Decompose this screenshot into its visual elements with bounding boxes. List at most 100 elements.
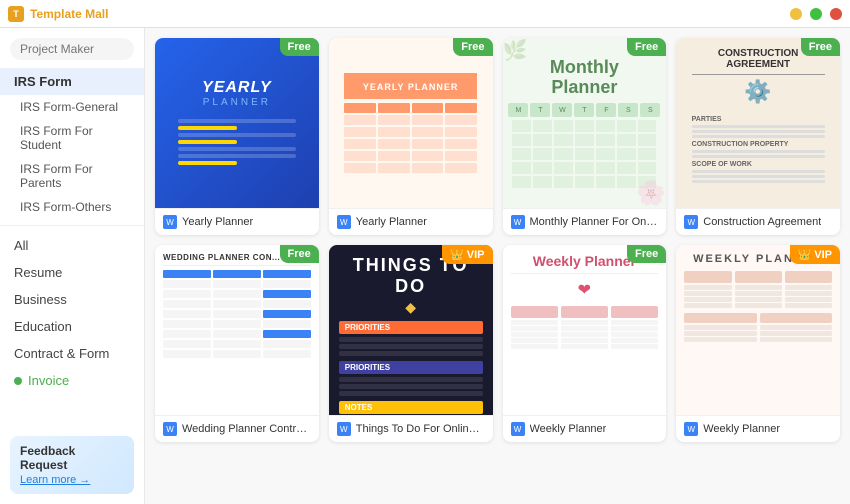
feedback-title: Feedback Request — [20, 444, 124, 472]
weekly-free-col — [611, 306, 658, 350]
sidebar-sub-irs-parents[interactable]: IRS Form For Parents — [0, 157, 144, 195]
wv-line — [684, 337, 756, 342]
template-wedding: WEDDING PLANNER CON... — [155, 245, 319, 415]
yearly-2-cell — [445, 163, 477, 173]
monthly-cal-cell — [533, 134, 552, 146]
wv-line — [684, 325, 756, 330]
wv-line — [684, 331, 756, 336]
day-mon: M — [508, 103, 528, 117]
card-construction[interactable]: CONSTRUCTION AGREEMENT ⚙️ PARTIES CONSTR… — [676, 38, 840, 235]
wv-line — [785, 291, 832, 296]
construction-lbl-2: CONSTRUCTION PROPERTY — [692, 141, 825, 148]
card-thumbnail-weekly-free: Weekly Planner ❤ — [503, 245, 667, 415]
education-label: Education — [14, 319, 72, 334]
sidebar-item-education[interactable]: Education — [0, 313, 144, 340]
wedding-cell — [163, 330, 211, 338]
monthly-cal-cell — [533, 176, 552, 188]
monthly-cal-cell — [638, 134, 657, 146]
card-footer-yearly-2: W Yearly Planner — [329, 208, 493, 235]
maximize-button[interactable] — [810, 8, 822, 20]
card-footer-monthly-1: W Monthly Planner For Onlin... — [503, 208, 667, 235]
wedding-row — [163, 340, 311, 348]
close-button[interactable] — [830, 8, 842, 20]
wf-line — [511, 338, 558, 343]
wv-line — [735, 303, 782, 308]
card-thumbnail-yearly-1: Yearly PLANNER Free — [155, 38, 319, 208]
all-label: All — [14, 238, 28, 253]
wf-line — [561, 344, 608, 349]
card-title-monthly-1: Monthly Planner For Onlin... — [530, 216, 659, 228]
wedding-cell — [263, 350, 311, 358]
sidebar-item-contract[interactable]: Contract & Form — [0, 340, 144, 367]
yearly-2-cell — [412, 127, 444, 137]
card-todo[interactable]: THINGS TO DO ◆ PRIORITIES PRIORITIES — [329, 245, 493, 442]
wedding-cell — [263, 270, 311, 278]
sidebar-item-business[interactable]: Business — [0, 286, 144, 313]
sidebar-item-invoice[interactable]: Invoice — [0, 367, 144, 394]
weekly-free-col — [561, 306, 608, 350]
badge-todo: 👑 VIP — [442, 245, 492, 264]
todo-line — [339, 351, 483, 356]
monthly-cal-cell — [554, 134, 573, 146]
card-icon-weekly-vip: W — [684, 422, 698, 436]
sidebar-item-all[interactable]: All — [0, 232, 144, 259]
template-weekly-vip: WEEKLY PLANNER — [676, 245, 840, 415]
template-yearly-2: YEARLY PLANNER — [329, 38, 493, 208]
yearly-2-cell — [378, 103, 410, 113]
c-line — [692, 170, 825, 173]
card-yearly-2[interactable]: YEARLY PLANNER — [329, 38, 493, 235]
sidebar: 🔍 IRS Form IRS Form-General IRS Form For… — [0, 28, 145, 504]
yearly-1-line — [178, 119, 296, 123]
sidebar-item-irs-form[interactable]: IRS Form — [0, 68, 144, 95]
sidebar-sub-irs-others[interactable]: IRS Form-Others — [0, 195, 144, 219]
monthly-cal-cell — [512, 148, 531, 160]
monthly-cal-cell — [596, 176, 615, 188]
yearly-2-cell — [445, 115, 477, 125]
weekly-free-col — [511, 306, 558, 350]
weekly-free-col-hdr — [561, 306, 608, 318]
yearly-1-line2 — [178, 133, 296, 137]
wedding-cell — [213, 270, 261, 278]
minimize-button[interactable] — [790, 8, 802, 20]
c-line — [692, 150, 825, 153]
feedback-link[interactable]: Learn more → — [20, 474, 90, 486]
todo-priorities-2: PRIORITIES — [339, 361, 483, 374]
yearly-2-cell — [378, 151, 410, 161]
card-weekly-free[interactable]: Weekly Planner ❤ — [503, 245, 667, 442]
wedding-cell — [163, 310, 211, 318]
sidebar-sub-irs-student[interactable]: IRS Form For Student — [0, 119, 144, 157]
monthly-cal-cell — [512, 176, 531, 188]
c-line — [692, 125, 825, 128]
wv-line — [684, 285, 731, 290]
search-box[interactable]: 🔍 — [10, 38, 134, 60]
card-yearly-1[interactable]: Yearly PLANNER Free — [155, 38, 319, 235]
day-sun: S — [640, 103, 660, 117]
wedding-cell — [163, 290, 211, 298]
badge-wedding: Free — [280, 245, 319, 263]
app-icon: T — [8, 6, 24, 22]
card-monthly-1[interactable]: 🌿 MonthlyPlanner M T W T F S S 🌸 — [503, 38, 667, 235]
wv-line — [735, 291, 782, 296]
search-input[interactable] — [20, 42, 145, 56]
monthly-cal-cell — [533, 120, 552, 132]
todo-priorities: PRIORITIES — [339, 321, 483, 334]
card-wedding[interactable]: WEDDING PLANNER CON... — [155, 245, 319, 442]
todo-line — [339, 384, 483, 389]
wv-line — [760, 325, 832, 330]
invoice-label: Invoice — [28, 373, 69, 388]
wedding-cell — [163, 270, 211, 278]
monthly-cal-cell — [575, 162, 594, 174]
monthly-cal-cell — [638, 148, 657, 160]
wedding-row — [163, 300, 311, 308]
sidebar-item-resume[interactable]: Resume — [0, 259, 144, 286]
card-icon-monthly-1: W — [511, 215, 525, 229]
wedding-cell — [163, 340, 211, 348]
wedding-table — [163, 270, 311, 360]
construction-lbl-3: SCOPE OF WORK — [692, 161, 825, 168]
wf-line — [511, 344, 558, 349]
wedding-row — [163, 320, 311, 328]
card-weekly-vip[interactable]: WEEKLY PLANNER — [676, 245, 840, 442]
sidebar-sub-irs-general[interactable]: IRS Form-General — [0, 95, 144, 119]
wf-line — [611, 344, 658, 349]
badge-yearly-2: Free — [453, 38, 492, 56]
